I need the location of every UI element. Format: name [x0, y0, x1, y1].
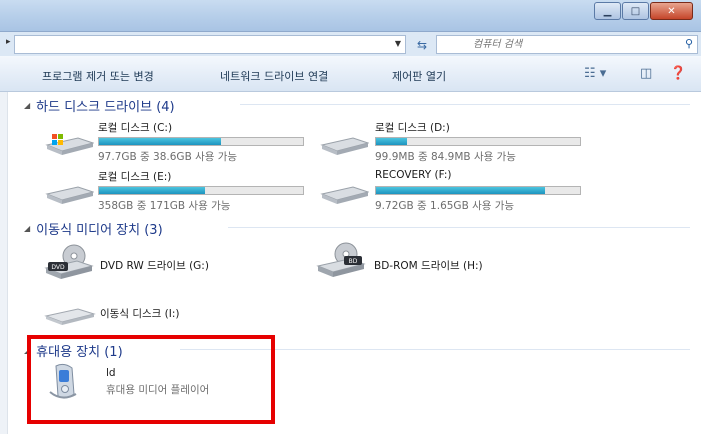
drive-d[interactable]: 로컬 디스크 (D:) 99.9MB 중 84.9MB 사용 가능	[315, 120, 585, 164]
view-options-icon[interactable]: ☷ ▾	[584, 66, 606, 81]
usage-fill	[376, 187, 546, 194]
bd-drive-icon: BD	[316, 242, 366, 277]
address-field[interactable]: ▼	[14, 35, 406, 54]
close-button[interactable]: ✕	[650, 2, 693, 20]
uninstall-program-button[interactable]: 프로그램 제거 또는 변경	[42, 68, 154, 84]
group-title: 이동식 미디어 장치 (3)	[36, 223, 163, 238]
collapse-arrow-icon[interactable]: ◢	[24, 101, 30, 110]
minimize-button[interactable]: ▁	[594, 2, 621, 20]
usage-bar	[375, 186, 581, 195]
address-dropdown-icon[interactable]: ▼	[395, 39, 401, 48]
breadcrumb-arrow-icon[interactable]: ▸	[6, 37, 11, 47]
drive-free-space: 9.72GB 중 1.65GB 사용 가능	[375, 200, 515, 212]
collapse-arrow-icon[interactable]: ◢	[24, 224, 30, 233]
drive-name: RECOVERY (F:)	[375, 169, 452, 181]
usage-fill	[99, 187, 206, 194]
group-title: 하드 디스크 드라이브 (4)	[36, 100, 175, 115]
usage-bar	[375, 137, 581, 146]
drive-free-space: 97.7GB 중 38.6GB 사용 가능	[98, 151, 238, 163]
group-header-hdd[interactable]: ◢ 하드 디스크 드라이브 (4)	[24, 96, 175, 115]
windows-drive-icon	[45, 134, 94, 155]
search-input[interactable]	[437, 36, 667, 53]
removable-disk-icon	[44, 308, 96, 325]
drive-name: DVD RW 드라이브 (G:)	[100, 260, 209, 272]
drive-h[interactable]: BD BD-ROM 드라이브 (H:)	[316, 242, 566, 282]
maximize-button[interactable]: □	[622, 2, 649, 20]
drive-free-space: 358GB 중 171GB 사용 가능	[98, 200, 231, 212]
group-divider	[240, 104, 690, 105]
title-bar: ▁ □ ✕	[0, 0, 701, 32]
drive-name: 로컬 디스크 (C:)	[98, 122, 173, 134]
drive-free-space: 99.9MB 중 84.9MB 사용 가능	[375, 151, 516, 163]
hard-drive-icon	[320, 137, 369, 155]
usage-fill	[376, 138, 407, 145]
search-box[interactable]: ⚲	[436, 35, 698, 54]
bd-badge: BD	[349, 258, 358, 265]
drive-c[interactable]: 로컬 디스크 (C:) 97.7GB 중 38.6GB 사용 가능	[40, 120, 304, 164]
drive-name: BD-ROM 드라이브 (H:)	[374, 260, 483, 272]
map-network-drive-button[interactable]: 네트워크 드라이브 연결	[220, 68, 328, 84]
search-icon[interactable]: ⚲	[685, 37, 693, 50]
drive-e[interactable]: 로컬 디스크 (E:) 358GB 중 171GB 사용 가능	[40, 169, 304, 213]
address-bar: ▸ ▼ ⇆ ⚲	[0, 32, 701, 56]
group-divider	[228, 227, 690, 228]
open-control-panel-button[interactable]: 제어판 열기	[392, 68, 446, 84]
drive-g[interactable]: DVD DVD RW 드라이브 (G:)	[44, 244, 264, 284]
window-controls: ▁ □ ✕	[593, 2, 693, 20]
drive-i[interactable]: 이동식 디스크 (I:)	[44, 302, 264, 326]
usage-bar	[98, 137, 304, 146]
preview-pane-icon[interactable]: ◫	[640, 66, 652, 81]
navigation-pane-edge[interactable]	[0, 92, 8, 434]
group-header-removable[interactable]: ◢ 이동식 미디어 장치 (3)	[24, 219, 163, 238]
usage-bar	[98, 186, 304, 195]
drive-name: 로컬 디스크 (E:)	[98, 171, 172, 183]
drive-f[interactable]: RECOVERY (F:) 9.72GB 중 1.65GB 사용 가능	[315, 169, 585, 213]
help-icon[interactable]: ❓	[670, 66, 686, 81]
usage-fill	[99, 138, 222, 145]
dvd-drive-icon: DVD	[44, 244, 94, 279]
command-bar: 프로그램 제거 또는 변경 네트워크 드라이브 연결 제어판 열기 ☷ ▾ ◫ …	[0, 56, 701, 92]
refresh-icon[interactable]: ⇆	[412, 35, 432, 54]
drive-name: 로컬 디스크 (D:)	[375, 122, 450, 134]
hard-drive-icon	[45, 186, 94, 204]
highlight-box	[27, 335, 275, 424]
hard-drive-icon	[320, 186, 369, 204]
drive-name: 이동식 디스크 (I:)	[100, 308, 180, 320]
dvd-badge: DVD	[51, 264, 65, 271]
